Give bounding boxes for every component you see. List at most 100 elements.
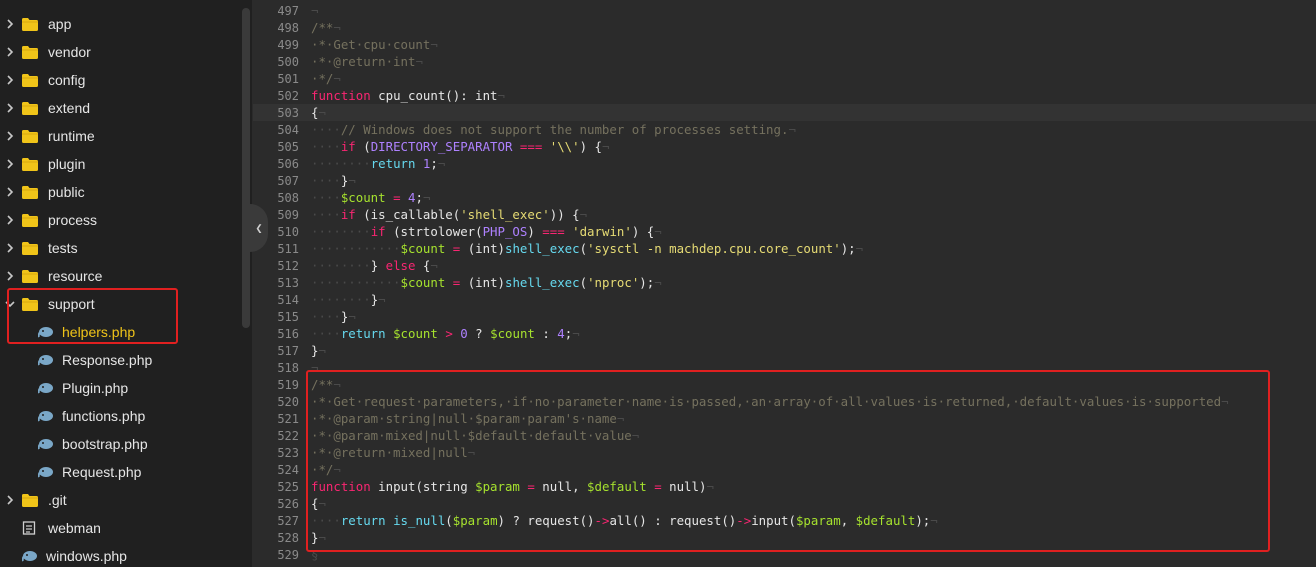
chevron-right-icon[interactable] bbox=[4, 270, 16, 282]
tree-folder-process[interactable]: process bbox=[0, 206, 238, 234]
tree-folder-runtime[interactable]: runtime bbox=[0, 122, 238, 150]
tree-file-request-php[interactable]: Request.php bbox=[0, 458, 238, 486]
folder-icon bbox=[22, 73, 38, 87]
tree-folder-vendor[interactable]: vendor bbox=[0, 38, 238, 66]
tree-item-label: vendor bbox=[48, 44, 91, 60]
code-token: ········ bbox=[311, 292, 371, 307]
tree-file-bootstrap-php[interactable]: bootstrap.php bbox=[0, 430, 238, 458]
tree-folder-extend[interactable]: extend bbox=[0, 94, 238, 122]
chevron-right-icon[interactable] bbox=[4, 158, 16, 170]
line-number: 517 bbox=[277, 343, 299, 358]
code-token: (int) bbox=[460, 275, 505, 290]
code-line[interactable]: 508 ····$count = 4;¬ bbox=[253, 189, 1316, 206]
chevron-right-icon[interactable] bbox=[4, 74, 16, 86]
code-token: 'darwin' bbox=[572, 224, 632, 239]
code-token: else bbox=[385, 258, 416, 273]
line-number: 527 bbox=[277, 513, 299, 528]
code-line[interactable]: 515 ····}¬ bbox=[253, 308, 1316, 325]
code-line[interactable]: 500 ·*·@return·int¬ bbox=[253, 53, 1316, 70]
folder-icon bbox=[22, 157, 38, 171]
chevron-right-icon[interactable] bbox=[4, 102, 16, 114]
code-text: ····$count = 4;¬ bbox=[311, 190, 430, 205]
code-token: ( bbox=[579, 275, 588, 290]
chevron-right-icon[interactable] bbox=[4, 186, 16, 198]
code-text: ¬ bbox=[311, 3, 318, 18]
code-line[interactable]: 504 ····// Windows does not support the n… bbox=[253, 121, 1316, 138]
code-line[interactable]: 505 ····if (DIRECTORY_SEPARATOR === '\\')… bbox=[253, 138, 1316, 155]
code-line[interactable]: 498 /**¬ bbox=[253, 19, 1316, 36]
code-token: DIRECTORY_SEPARATOR bbox=[370, 139, 513, 154]
code-token: ? bbox=[467, 326, 491, 341]
code-line[interactable]: 511 ············$count = (int)shell_exec(… bbox=[253, 240, 1316, 257]
chevron-left-icon: ❮ bbox=[255, 221, 263, 235]
code-line[interactable]: 502 function cpu_count(): int¬ bbox=[253, 87, 1316, 104]
tree-file-webman[interactable]: webman bbox=[0, 514, 238, 542]
code-token: ) bbox=[527, 224, 543, 239]
code-line[interactable]: 506 ········return 1;¬ bbox=[253, 155, 1316, 172]
code-text: ····if (DIRECTORY_SEPARATOR === '\\') {¬ bbox=[311, 139, 609, 154]
chevron-right-icon[interactable] bbox=[4, 46, 16, 58]
code-token: ¬ bbox=[579, 207, 588, 222]
code-line[interactable]: 512 ········} else {¬ bbox=[253, 257, 1316, 274]
code-line[interactable]: 507 ····}¬ bbox=[253, 172, 1316, 189]
code-line[interactable]: 514 ········}¬ bbox=[253, 291, 1316, 308]
code-text: ········if (strtolower(PHP_OS) === 'darw… bbox=[311, 224, 662, 239]
code-text: /**¬ bbox=[311, 20, 341, 35]
code-text: function cpu_count(): int¬ bbox=[311, 88, 505, 103]
sidebar-scrollbar[interactable] bbox=[242, 8, 250, 328]
code-token: ); bbox=[840, 241, 856, 256]
line-number: 522 bbox=[277, 428, 299, 443]
folder-icon bbox=[22, 185, 38, 199]
tree-item-label: Response.php bbox=[62, 352, 153, 368]
code-token: ¬ bbox=[602, 139, 610, 154]
tree-item-label: resource bbox=[48, 268, 103, 284]
code-line[interactable]: 497 ¬ bbox=[253, 2, 1316, 19]
line-number: 523 bbox=[277, 445, 299, 460]
code-line[interactable]: 503 {¬ bbox=[253, 104, 1316, 121]
tree-file-functions-php[interactable]: functions.php bbox=[0, 402, 238, 430]
line-number: 519 bbox=[277, 377, 299, 392]
tree-folder-config[interactable]: config bbox=[0, 66, 238, 94]
code-token: $count bbox=[340, 190, 386, 205]
code-token: cpu_count(): int bbox=[370, 88, 498, 103]
folder-icon bbox=[22, 129, 38, 143]
tree-file-plugin-php[interactable]: Plugin.php bbox=[0, 374, 238, 402]
code-line[interactable]: 513 ············$count = (int)shell_exec(… bbox=[253, 274, 1316, 291]
chevron-right-icon[interactable] bbox=[4, 214, 16, 226]
code-token: return bbox=[370, 156, 416, 171]
chevron-right-icon[interactable] bbox=[4, 130, 16, 142]
code-line[interactable]: 509 ····if (is_callable('shell_exec')) {¬ bbox=[253, 206, 1316, 223]
chevron-right-icon[interactable] bbox=[4, 494, 16, 506]
line-number: 501 bbox=[277, 71, 299, 86]
code-token: PHP_OS bbox=[482, 224, 528, 239]
line-number: 504 bbox=[277, 122, 299, 137]
code-text: }¬ bbox=[311, 343, 326, 358]
tree-folder-plugin[interactable]: plugin bbox=[0, 150, 238, 178]
code-line[interactable]: 516 ····return $count > 0 ? $count : 4;¬ bbox=[253, 325, 1316, 342]
code-token: ¬ bbox=[318, 105, 326, 120]
code-line[interactable]: 510 ········if (strtolower(PHP_OS) === 'd… bbox=[253, 223, 1316, 240]
tree-folder-resource[interactable]: resource bbox=[0, 262, 238, 290]
code-token: ···· bbox=[311, 122, 341, 137]
tree-file-windows-php[interactable]: windows.php bbox=[0, 542, 238, 567]
code-line[interactable]: 499 ·*·Get·cpu·count¬ bbox=[253, 36, 1316, 53]
code-line[interactable]: 517 }¬ bbox=[253, 342, 1316, 359]
tree-folder-public[interactable]: public bbox=[0, 178, 238, 206]
line-number: 503 bbox=[277, 105, 299, 120]
tree-folder-app[interactable]: app bbox=[0, 10, 238, 38]
chevron-right-icon[interactable] bbox=[4, 242, 16, 254]
line-number: 518 bbox=[277, 360, 299, 375]
code-line[interactable]: 501 ·*/¬ bbox=[253, 70, 1316, 87]
tree-folder-git[interactable]: .git bbox=[0, 486, 238, 514]
code-token: ¬ bbox=[378, 292, 386, 307]
tree-file-response-php[interactable]: Response.php bbox=[0, 346, 238, 374]
line-number: 514 bbox=[277, 292, 299, 307]
tree-folder-tests[interactable]: tests bbox=[0, 234, 238, 262]
chevron-right-icon[interactable] bbox=[4, 18, 16, 30]
line-number: 500 bbox=[277, 54, 299, 69]
